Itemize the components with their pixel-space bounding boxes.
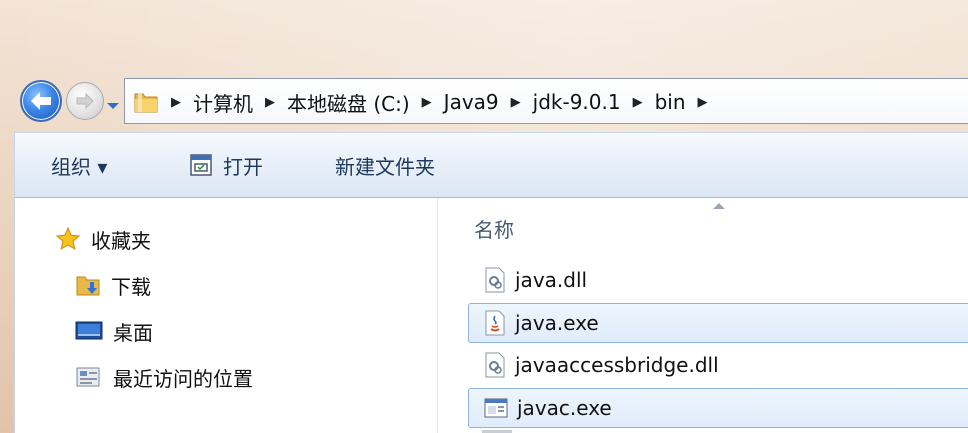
file-row-javaaccessbridge-dll[interactable]: javaaccessbridge.dll bbox=[468, 345, 968, 385]
open-button[interactable]: 打开 bbox=[189, 133, 263, 197]
breadcrumb-local-disk[interactable]: 本地磁盘 (C:) bbox=[287, 88, 410, 117]
organize-button[interactable]: 组织 ▾ bbox=[51, 133, 107, 197]
breadcrumb-separator-icon[interactable]: ▶ bbox=[698, 95, 708, 110]
breadcrumb-jdk[interactable]: jdk-9.0.1 bbox=[533, 90, 621, 114]
file-name: java.dll bbox=[515, 268, 588, 292]
file-row-java-dll[interactable]: java.dll bbox=[468, 260, 968, 300]
desktop-label: 桌面 bbox=[113, 320, 153, 345]
back-button[interactable] bbox=[20, 80, 62, 122]
column-header-name[interactable]: 名称 bbox=[474, 214, 514, 243]
downloads-folder-icon bbox=[75, 272, 101, 298]
nav-item-recent-places[interactable]: 最近访问的位置 bbox=[75, 362, 253, 392]
file-name: javaaccessbridge.dll bbox=[515, 353, 719, 377]
dll-file-icon bbox=[483, 267, 507, 293]
chevron-down-icon bbox=[107, 103, 119, 109]
nav-item-desktop[interactable]: 桌面 bbox=[75, 316, 153, 346]
favorites-label: 收藏夹 bbox=[91, 228, 151, 253]
file-name: javac.exe bbox=[517, 396, 612, 420]
nav-item-favorites[interactable]: 收藏夹 bbox=[55, 224, 151, 254]
breadcrumb-separator-icon[interactable]: ▶ bbox=[171, 95, 181, 110]
organize-label: 组织 ▾ bbox=[51, 154, 108, 179]
file-row-java-exe[interactable]: java.exe bbox=[468, 303, 968, 343]
file-row-javac-exe[interactable]: javac.exe bbox=[468, 388, 968, 428]
breadcrumb-separator-icon[interactable]: ▶ bbox=[511, 95, 521, 110]
open-program-icon bbox=[190, 154, 212, 176]
navigation-bar: ▶ 计算机 ▶ 本地磁盘 (C:) ▶ Java9 ▶ jdk-9.0.1 ▶ … bbox=[14, 72, 968, 124]
desktop-icon bbox=[75, 320, 103, 342]
recent-pages-dropdown[interactable] bbox=[106, 96, 120, 109]
java-exe-icon bbox=[483, 310, 507, 336]
forward-arrow-icon bbox=[76, 92, 94, 110]
downloads-label: 下载 bbox=[111, 274, 151, 299]
address-bar[interactable]: ▶ 计算机 ▶ 本地磁盘 (C:) ▶ Java9 ▶ jdk-9.0.1 ▶ … bbox=[124, 78, 968, 124]
breadcrumb-bin[interactable]: bin bbox=[655, 90, 686, 114]
file-name: java.exe bbox=[515, 311, 599, 335]
new-folder-button[interactable]: 新建文件夹 bbox=[335, 133, 435, 197]
sort-ascending-icon bbox=[713, 203, 725, 209]
nav-item-downloads[interactable]: 下载 bbox=[75, 270, 151, 300]
exe-file-icon bbox=[483, 396, 509, 420]
dll-file-icon bbox=[483, 352, 507, 378]
recent-places-icon bbox=[75, 365, 103, 389]
recent-places-label: 最近访问的位置 bbox=[113, 366, 253, 391]
forward-button[interactable] bbox=[66, 82, 104, 120]
navigation-pane: 收藏夹 下载 桌面 最近访问的位置 bbox=[14, 198, 438, 433]
breadcrumb-java9[interactable]: Java9 bbox=[444, 90, 499, 114]
breadcrumb: ▶ 计算机 ▶ 本地磁盘 (C:) ▶ Java9 ▶ jdk-9.0.1 ▶ … bbox=[171, 79, 720, 125]
folder-icon bbox=[133, 89, 159, 119]
breadcrumb-separator-icon[interactable]: ▶ bbox=[265, 95, 275, 110]
breadcrumb-separator-icon[interactable]: ▶ bbox=[633, 95, 643, 110]
breadcrumb-computer[interactable]: 计算机 bbox=[193, 88, 253, 117]
breadcrumb-separator-icon[interactable]: ▶ bbox=[422, 95, 432, 110]
open-label: 打开 bbox=[223, 154, 263, 179]
command-toolbar: 组织 ▾ 打开 新建文件夹 bbox=[14, 132, 968, 198]
file-list-pane: 名称 java.dll java.exe javaaccessbridge.dl… bbox=[438, 198, 968, 433]
back-arrow-icon bbox=[31, 92, 51, 110]
new-folder-label: 新建文件夹 bbox=[335, 154, 435, 179]
star-icon bbox=[55, 226, 81, 252]
